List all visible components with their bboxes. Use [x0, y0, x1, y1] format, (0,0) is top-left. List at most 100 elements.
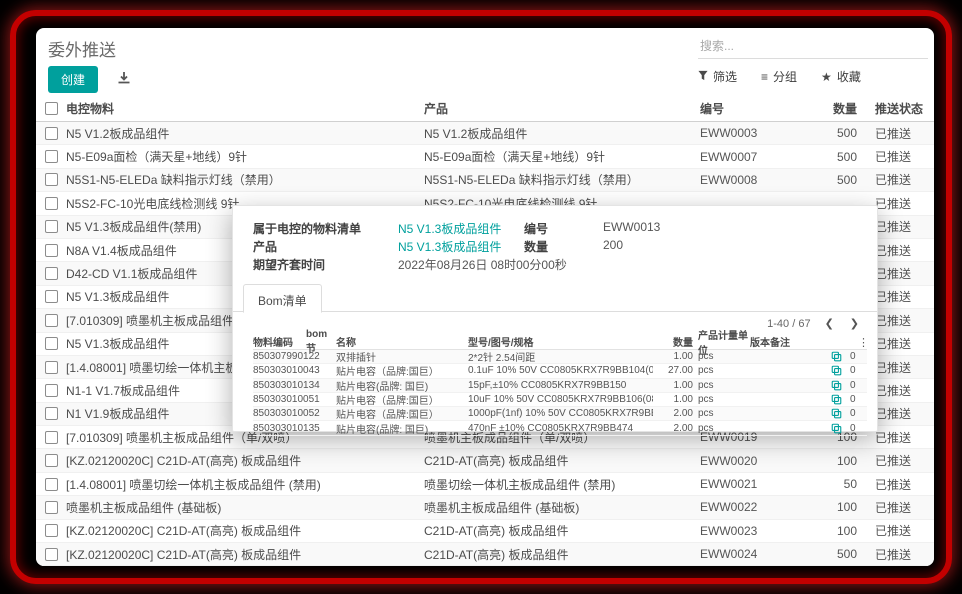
row-status: 已推送: [875, 359, 934, 376]
download-icon[interactable]: [116, 70, 132, 86]
pager-next-icon[interactable]: ❯: [848, 317, 861, 330]
bom-col-qty[interactable]: 数量: [653, 334, 693, 349]
table-row[interactable]: [1.4.08001] 喷墨切绘一体机主板成品组件 (禁用) 喷墨切绘一体机主板…: [36, 473, 934, 496]
bom-row[interactable]: 850303010043 贴片电容（品牌:国巨） 0.1uF 10% 50V C…: [253, 364, 867, 378]
bom-row-version-count: 0: [850, 394, 856, 405]
row-status: 已推送: [875, 171, 934, 188]
field-label-qty: 数量: [524, 238, 548, 255]
filter-button[interactable]: 筛选: [698, 68, 737, 85]
field-value-qty: 200: [603, 238, 623, 252]
bom-row-spec: 470nF ±10% CC0805KRX7R9BB474: [468, 423, 653, 434]
table-row[interactable]: [KZ.02120020C] C21D-AT(高亮) 板成品组件 C21D-AT…: [36, 449, 934, 472]
bom-table: 物料编码 bom节 名称 型号/图号/规格 数量 产品计量单位 版本 备注 85…: [253, 334, 867, 436]
copy-icon[interactable]: [831, 394, 842, 405]
page-title: 委外推送: [48, 36, 116, 61]
search-input[interactable]: [698, 34, 928, 58]
col-header-status[interactable]: 推送状态: [875, 100, 934, 117]
row-material: [KZ.02120020C] C21D-AT(高亮) 板成品组件: [66, 452, 424, 469]
bom-col-note[interactable]: 备注: [770, 334, 815, 349]
field-label-code: 编号: [524, 220, 548, 237]
row-checkbox[interactable]: [45, 290, 58, 303]
bom-col-spec[interactable]: 型号/图号/规格: [468, 334, 653, 349]
bom-row[interactable]: 850303010051 贴片电容（品牌:国巨） 10uF 10% 50V CC…: [253, 393, 867, 407]
bom-of-link[interactable]: N5 V1.3板成品组件: [398, 220, 501, 237]
tab-bom-list[interactable]: Bom清单: [243, 284, 322, 313]
app-window: 委外推送 创建 筛选 ≡ 分组 ★ 收藏 电控物料 产品 编号 数量 推送状态: [36, 28, 934, 566]
create-button[interactable]: 创建: [48, 66, 98, 93]
row-product: C21D-AT(高亮) 板成品组件: [424, 452, 700, 469]
row-checkbox[interactable]: [45, 478, 58, 491]
row-checkbox[interactable]: [45, 150, 58, 163]
select-all-checkbox[interactable]: [45, 102, 58, 115]
row-checkbox[interactable]: [45, 267, 58, 280]
bom-row-version-count: 0: [850, 423, 856, 434]
table-row[interactable]: [KZ.02120020C] C21D-AT(高亮) 板成品组件 C21D-AT…: [36, 520, 934, 543]
bom-row[interactable]: 850303010052 贴片电容（品牌:国巨） 1000pF(1nf) 10%…: [253, 407, 867, 421]
copy-icon[interactable]: [831, 351, 842, 362]
bom-row-version-count: 0: [850, 380, 856, 391]
row-status: 已推送: [875, 335, 934, 352]
col-header-code[interactable]: 编号: [700, 100, 800, 117]
row-checkbox[interactable]: [45, 524, 58, 537]
row-checkbox[interactable]: [45, 548, 58, 561]
bom-col-version[interactable]: 版本: [750, 334, 770, 349]
table-row[interactable]: N5-E09a面检（满天星+地线）9针 N5-E09a面检（满天星+地线）9针 …: [36, 145, 934, 168]
bom-col-code[interactable]: 物料编码: [253, 334, 306, 349]
row-checkbox[interactable]: [45, 454, 58, 467]
row-checkbox[interactable]: [45, 244, 58, 257]
row-checkbox[interactable]: [45, 501, 58, 514]
product-link[interactable]: N5 V1.3板成品组件: [398, 238, 501, 255]
col-header-product[interactable]: 产品: [424, 100, 700, 117]
bom-row-uom: pcs: [693, 351, 750, 362]
row-qty: 500: [800, 547, 857, 561]
row-checkbox[interactable]: [45, 361, 58, 374]
table-row[interactable]: N5S1-N5-ELEDa 缺料指示灯线（禁用） N5S1-N5-ELEDa 缺…: [36, 169, 934, 192]
bom-row[interactable]: 850303010135 贴片电容(品牌: 国巨) 470nF ±10% CC0…: [253, 421, 867, 435]
row-checkbox[interactable]: [45, 384, 58, 397]
favorites-button[interactable]: ★ 收藏: [821, 68, 861, 85]
row-product: 喷墨机主板成品组件 (基础板): [424, 499, 700, 516]
table-row[interactable]: 喷墨机主板成品组件 (基础板) 喷墨机主板成品组件 (基础板) EWW0022 …: [36, 496, 934, 519]
row-product: 喷墨切绘一体机主板成品组件 (禁用): [424, 476, 700, 493]
row-status: 已推送: [875, 125, 934, 142]
bom-row[interactable]: 850303010134 贴片电容(品牌: 国巨) 15pF,±10% CC08…: [253, 379, 867, 393]
bom-col-name[interactable]: 名称: [336, 334, 468, 349]
row-checkbox[interactable]: [45, 127, 58, 140]
row-checkbox[interactable]: [45, 197, 58, 210]
popover-tabbar: Bom清单: [233, 282, 877, 312]
bom-row-spec: 10uF 10% 50V CC0805KRX7R9BB106(0805): [468, 394, 653, 405]
copy-icon[interactable]: [831, 365, 842, 376]
col-header-qty[interactable]: 数量: [800, 100, 857, 117]
row-checkbox[interactable]: [45, 220, 58, 233]
popover-fields: 属于电控的物料清单 N5 V1.3板成品组件 编号 EWW0013 产品 N5 …: [253, 220, 859, 274]
bom-row-qty: 2.00: [653, 423, 693, 434]
row-checkbox[interactable]: [45, 431, 58, 444]
bom-row[interactable]: 850307990122 双排插针 2*2针 2.54间距 1.00 pcs 0: [253, 350, 867, 364]
copy-icon[interactable]: [831, 423, 842, 434]
row-code: EWW0020: [700, 454, 800, 468]
row-code: EWW0007: [700, 150, 800, 164]
table-row[interactable]: N5 V1.2板成品组件 N5 V1.2板成品组件 EWW0003 500 已推…: [36, 122, 934, 145]
row-code: EWW0024: [700, 547, 800, 561]
bom-row-version-count: 0: [850, 351, 856, 362]
field-value-code: EWW0013: [603, 220, 660, 234]
row-checkbox[interactable]: [45, 337, 58, 350]
row-status: 已推送: [875, 522, 934, 539]
col-header-material[interactable]: 电控物料: [66, 100, 424, 117]
pager-prev-icon[interactable]: ❮: [823, 317, 836, 330]
bom-row-uom: pcs: [693, 423, 750, 434]
copy-icon[interactable]: [831, 380, 842, 391]
row-qty: 500: [800, 173, 857, 187]
copy-icon[interactable]: [831, 408, 842, 419]
row-product: C21D-AT(高亮) 板成品组件: [424, 546, 700, 563]
search-box: [698, 34, 928, 59]
row-checkbox[interactable]: [45, 407, 58, 420]
row-checkbox[interactable]: [45, 314, 58, 327]
row-status: 已推送: [875, 382, 934, 399]
bom-row-uom: pcs: [693, 394, 750, 405]
group-by-button[interactable]: ≡ 分组: [761, 68, 797, 85]
table-row[interactable]: [KZ.02120020C] C21D-AT(高亮) 板成品组件 C21D-AT…: [36, 543, 934, 566]
group-label: 分组: [773, 68, 797, 85]
row-checkbox[interactable]: [45, 173, 58, 186]
row-qty: 100: [800, 524, 857, 538]
